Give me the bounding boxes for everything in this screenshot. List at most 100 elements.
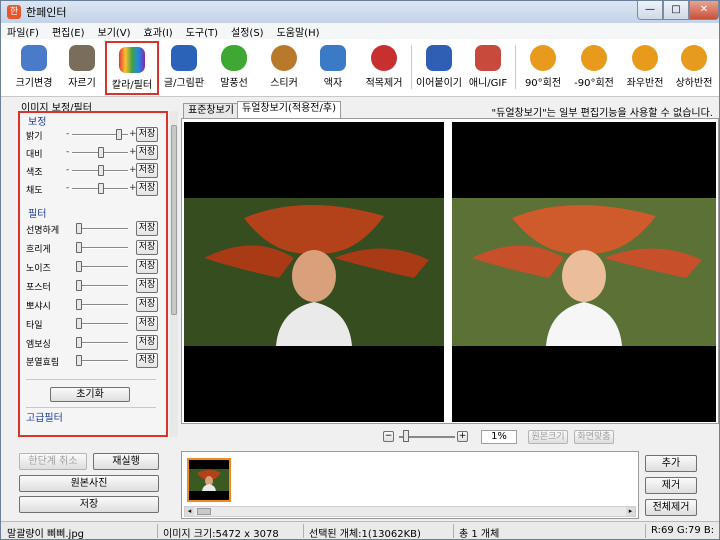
panel-scrollbar[interactable] xyxy=(170,111,178,437)
fit-screen-button[interactable]: 화면맞춤 xyxy=(574,430,614,444)
status-total: 총 1 개체 xyxy=(459,529,500,540)
remove-button[interactable]: 제거 xyxy=(645,477,697,494)
toolbar-gif-button[interactable]: 애니/GIF xyxy=(465,41,511,95)
app-icon: 한 xyxy=(7,5,21,19)
merge-icon xyxy=(426,45,452,71)
minus-icon: - xyxy=(66,129,70,139)
original-size-button[interactable]: 원본크기 xyxy=(528,430,568,444)
maximize-button[interactable]: □ xyxy=(663,1,689,20)
redo-button[interactable]: 재실행 xyxy=(93,453,159,470)
menu-tools[interactable]: 도구(T) xyxy=(186,24,218,39)
save-button[interactable]: 저장 xyxy=(136,278,158,293)
adjust-slider-thumb[interactable] xyxy=(98,147,104,158)
app-window: 한 한페인터 — □ ✕ 파일(F) 편집(E) 보기(V) 효과(I) 도구(… xyxy=(0,0,720,540)
adjust-label: 밝기 xyxy=(26,132,43,142)
scroll-right-icon[interactable]: ▸ xyxy=(626,507,635,516)
zoom-slider-thumb[interactable] xyxy=(403,430,409,442)
thumbnail-scrollbar[interactable]: ◂ ▸ xyxy=(184,506,636,517)
zoom-out-button[interactable]: − xyxy=(383,431,394,442)
save-button[interactable]: 저장 xyxy=(136,145,158,160)
menu-edit[interactable]: 편집(E) xyxy=(52,24,85,39)
save-button[interactable]: 저장 xyxy=(136,353,158,368)
dual-view-notice: "듀얼창보기"는 일부 편집기능을 사용할 수 없습니다. xyxy=(491,108,713,119)
filter-slider-thumb[interactable] xyxy=(76,318,82,329)
flip-vertical-icon xyxy=(681,45,707,71)
filter-slider-track[interactable] xyxy=(76,266,128,268)
save-button[interactable]: 저장 xyxy=(136,240,158,255)
filter-slider-track[interactable] xyxy=(76,342,128,344)
toolbar-color-filter-button[interactable]: 칼라/필터 xyxy=(105,41,159,95)
filter-slider-thumb[interactable] xyxy=(76,355,82,366)
toolbar-resize-button[interactable]: 크기변경 xyxy=(9,41,59,95)
toolbar-label: 90°회전 xyxy=(524,78,562,89)
adjust-slider-thumb[interactable] xyxy=(98,165,104,176)
save-button[interactable]: 저장 xyxy=(136,316,158,331)
adjust-slider-thumb[interactable] xyxy=(98,183,104,194)
save-button[interactable]: 저장 xyxy=(136,221,158,236)
menu-settings[interactable]: 설정(S) xyxy=(231,24,264,39)
tab-standard-view[interactable]: 표준창보기 xyxy=(183,103,239,118)
filter-slider-track[interactable] xyxy=(76,285,128,287)
filter-slider-track[interactable] xyxy=(76,360,128,362)
toolbar-separator xyxy=(515,45,516,89)
filter-slider-track[interactable] xyxy=(76,304,128,306)
menu-file[interactable]: 파일(F) xyxy=(7,24,39,39)
toolbar-frame-button[interactable]: 액자 xyxy=(313,41,353,95)
speech-bubble-icon xyxy=(221,45,247,71)
save-button[interactable]: 저장 xyxy=(136,181,158,196)
toolbar-flip-horizontal-button[interactable]: 좌우반전 xyxy=(621,41,669,95)
red-eye-icon xyxy=(371,45,397,71)
status-pixel-color: R:69 G:79 B: xyxy=(651,525,715,536)
remove-all-button[interactable]: 전체제거 xyxy=(645,499,697,516)
save-photo-button[interactable]: 저장 xyxy=(19,496,159,513)
menu-effects[interactable]: 효과(I) xyxy=(144,24,173,39)
toolbar-flip-vertical-button[interactable]: 상하반전 xyxy=(671,41,717,95)
thumbnail-scrollbar-thumb[interactable] xyxy=(197,508,211,515)
filter-label: 엠보싱 xyxy=(26,340,51,350)
filter-slider-track[interactable] xyxy=(76,228,128,230)
filter-slider-thumb[interactable] xyxy=(76,337,82,348)
save-button[interactable]: 저장 xyxy=(136,163,158,178)
original-photo-button[interactable]: 원본사진 xyxy=(19,475,159,492)
filter-slider-track[interactable] xyxy=(76,247,128,249)
toolbar-speech-bubble-button[interactable]: 말풍선 xyxy=(211,41,257,95)
save-button[interactable]: 저장 xyxy=(136,335,158,350)
undo-button[interactable]: 한단계 취소 xyxy=(19,453,87,470)
save-button[interactable]: 저장 xyxy=(136,297,158,312)
panel-scrollbar-thumb[interactable] xyxy=(171,125,177,315)
toolbar-sticker-button[interactable]: 스티커 xyxy=(261,41,307,95)
panel-divider xyxy=(26,407,156,408)
menu-bar: 파일(F) 편집(E) 보기(V) 효과(I) 도구(T) 설정(S) 도움말(… xyxy=(1,23,719,39)
close-button[interactable]: ✕ xyxy=(689,1,719,20)
save-button[interactable]: 저장 xyxy=(136,127,158,142)
toolbar-rotate-ccw-button[interactable]: -90°회전 xyxy=(569,41,619,95)
toolbar-text-draw-button[interactable]: 글/그림판 xyxy=(161,41,207,95)
zoom-in-button[interactable]: + xyxy=(457,431,468,442)
filter-slider-track[interactable] xyxy=(76,323,128,325)
toolbar-red-eye-button[interactable]: 적목제거 xyxy=(359,41,409,95)
toolbar-merge-button[interactable]: 이어붙이기 xyxy=(415,41,463,95)
filter-slider-thumb[interactable] xyxy=(76,223,82,234)
menu-view[interactable]: 보기(V) xyxy=(98,24,131,39)
add-button[interactable]: 추가 xyxy=(645,455,697,472)
filter-slider-thumb[interactable] xyxy=(76,280,82,291)
filter-row-emboss: 엠보싱 저장 xyxy=(26,335,158,351)
minimize-button[interactable]: — xyxy=(637,1,663,20)
scroll-left-icon[interactable]: ◂ xyxy=(185,507,194,516)
toolbar-label: 상하반전 xyxy=(675,78,713,89)
advanced-filter-heading[interactable]: 고급필터 xyxy=(26,409,63,424)
toolbar-label: 이어붙이기 xyxy=(416,78,462,89)
filter-slider-thumb[interactable] xyxy=(76,242,82,253)
thumbnail-item[interactable] xyxy=(187,458,231,502)
filter-label: 포스터 xyxy=(26,283,51,293)
filter-slider-thumb[interactable] xyxy=(76,299,82,310)
menu-help[interactable]: 도움말(H) xyxy=(277,24,320,39)
reset-button[interactable]: 초기화 xyxy=(50,387,130,402)
adjust-slider-thumb[interactable] xyxy=(116,129,122,140)
toolbar-crop-button[interactable]: 자르기 xyxy=(59,41,105,95)
status-divider xyxy=(453,524,454,538)
tab-dual-view[interactable]: 듀얼창보기(적용전/후) xyxy=(237,101,341,118)
save-button[interactable]: 저장 xyxy=(136,259,158,274)
toolbar-rotate-cw-button[interactable]: 90°회전 xyxy=(519,41,567,95)
filter-slider-thumb[interactable] xyxy=(76,261,82,272)
